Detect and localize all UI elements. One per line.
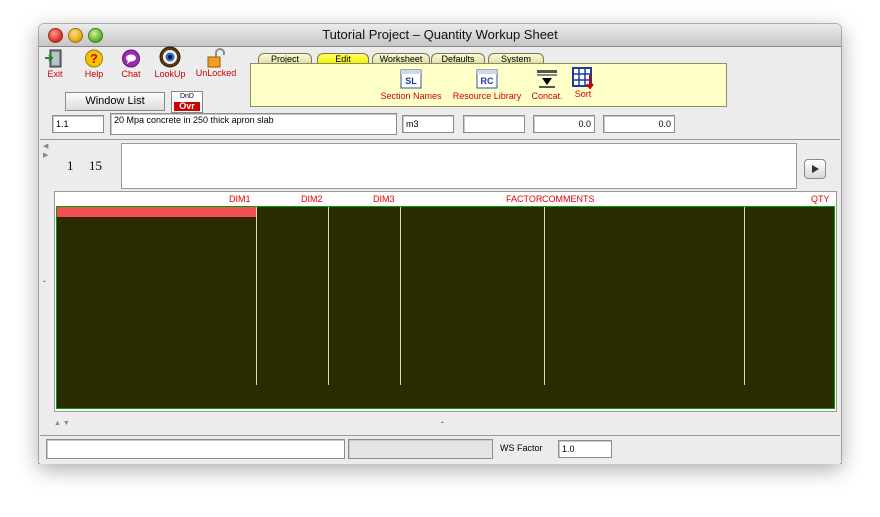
window-title: Tutorial Project – Quantity Workup Sheet xyxy=(322,27,558,42)
exit-button[interactable]: Exit xyxy=(44,49,66,79)
dnd-ovr-button[interactable]: DnD Ovr xyxy=(171,91,203,113)
sort-button[interactable]: Sort xyxy=(571,67,595,99)
window-list-button[interactable]: Window List xyxy=(65,92,165,111)
col-divider xyxy=(256,207,257,385)
item-code-field[interactable]: 1.1 xyxy=(52,115,104,133)
col-dim1-header[interactable]: DIM1 xyxy=(229,194,251,204)
scroll-arrows[interactable]: ▲ ▼ xyxy=(54,420,70,427)
worksheet-panel: ◀ ▶ ˆ 1 15 DIM1 DIM2 DIM3 FACTOR COMMENTS… xyxy=(40,139,840,436)
col-comments-header[interactable]: COMMENTS xyxy=(542,194,595,204)
value1-field[interactable]: 0.0 xyxy=(533,115,595,133)
ws-factor-field[interactable]: 1.0 xyxy=(558,440,612,458)
title-bar[interactable]: Tutorial Project – Quantity Workup Sheet xyxy=(39,24,841,47)
svg-text:RC: RC xyxy=(481,76,494,86)
sort-grid-icon xyxy=(572,67,594,90)
worksheet-grid-frame: DIM1 DIM2 DIM3 FACTOR COMMENTS QTY xyxy=(54,191,837,412)
chat-button[interactable]: Chat xyxy=(119,49,143,79)
concat-button[interactable]: Concat. xyxy=(529,69,565,101)
col-divider xyxy=(400,207,401,385)
eye-icon xyxy=(158,46,182,68)
help-button[interactable]: ? Help xyxy=(82,49,106,79)
exit-door-icon xyxy=(44,49,66,68)
section-names-button[interactable]: SL Section Names xyxy=(379,69,443,101)
concat-label: Concat. xyxy=(531,91,563,101)
ws-factor-label: WS Factor xyxy=(500,443,543,453)
chat-label: Chat xyxy=(121,69,141,79)
help-question-icon: ? xyxy=(83,49,105,68)
value2-field[interactable]: 0.0 xyxy=(603,115,675,133)
section-list-icon: SL xyxy=(400,69,422,89)
app-window: Tutorial Project – Quantity Workup Sheet… xyxy=(39,24,841,464)
item-description-field[interactable]: 20 Mpa concrete in 250 thick apron slab xyxy=(110,113,397,135)
status-info-field xyxy=(348,439,493,459)
resource-catalog-icon: RC xyxy=(476,69,498,89)
unlocked-label: UnLocked xyxy=(195,68,237,78)
col-factor-header[interactable]: FACTOR xyxy=(506,194,542,204)
lookup-label: LookUp xyxy=(154,69,186,79)
ref-number-a: 1 xyxy=(67,158,74,173)
column-headers: DIM1 DIM2 DIM3 FACTOR COMMENTS QTY xyxy=(55,192,836,206)
unlocked-button[interactable]: UnLocked xyxy=(194,48,238,78)
panel-scroll-arrows[interactable]: ◀ ▶ xyxy=(43,142,48,160)
concat-arrow-icon xyxy=(536,69,558,89)
section-names-label: Section Names xyxy=(380,91,442,101)
ref-number-b: 15 xyxy=(89,158,102,173)
chat-icon xyxy=(120,49,142,68)
ovr-label: Ovr xyxy=(174,102,200,111)
col-divider xyxy=(744,207,745,385)
selected-row[interactable] xyxy=(57,207,256,217)
description-box[interactable] xyxy=(121,143,797,189)
blank-field[interactable] xyxy=(463,115,525,133)
col-dim3-header[interactable]: DIM3 xyxy=(373,194,395,204)
col-dim2-header[interactable]: DIM2 xyxy=(301,194,323,204)
sort-label: Sort xyxy=(574,89,592,99)
resource-library-label: Resource Library xyxy=(452,91,522,101)
lookup-button[interactable]: LookUp xyxy=(154,46,186,79)
svg-text:SL: SL xyxy=(405,76,417,86)
play-icon xyxy=(812,165,819,173)
resize-handle[interactable]: ˆ xyxy=(441,421,444,430)
unit-field[interactable]: m3 xyxy=(402,115,454,133)
unlocked-padlock-icon xyxy=(205,48,227,68)
edit-ribbon: SL Section Names RC Resource Library Con… xyxy=(250,63,727,107)
status-message-field[interactable] xyxy=(46,439,345,459)
col-qty-header[interactable]: QTY xyxy=(811,194,830,204)
col-divider xyxy=(544,207,545,385)
dnd-label: DnD xyxy=(179,93,194,100)
next-button[interactable] xyxy=(804,159,826,179)
svg-text:?: ? xyxy=(90,51,98,66)
worksheet-grid[interactable] xyxy=(56,206,835,409)
exit-label: Exit xyxy=(47,69,63,79)
col-divider xyxy=(328,207,329,385)
splitter-handle[interactable]: ˆ xyxy=(43,280,46,289)
status-bar: WS Factor 1.0 xyxy=(40,435,840,464)
help-label: Help xyxy=(84,69,104,79)
resource-library-button[interactable]: RC Resource Library xyxy=(451,69,523,101)
